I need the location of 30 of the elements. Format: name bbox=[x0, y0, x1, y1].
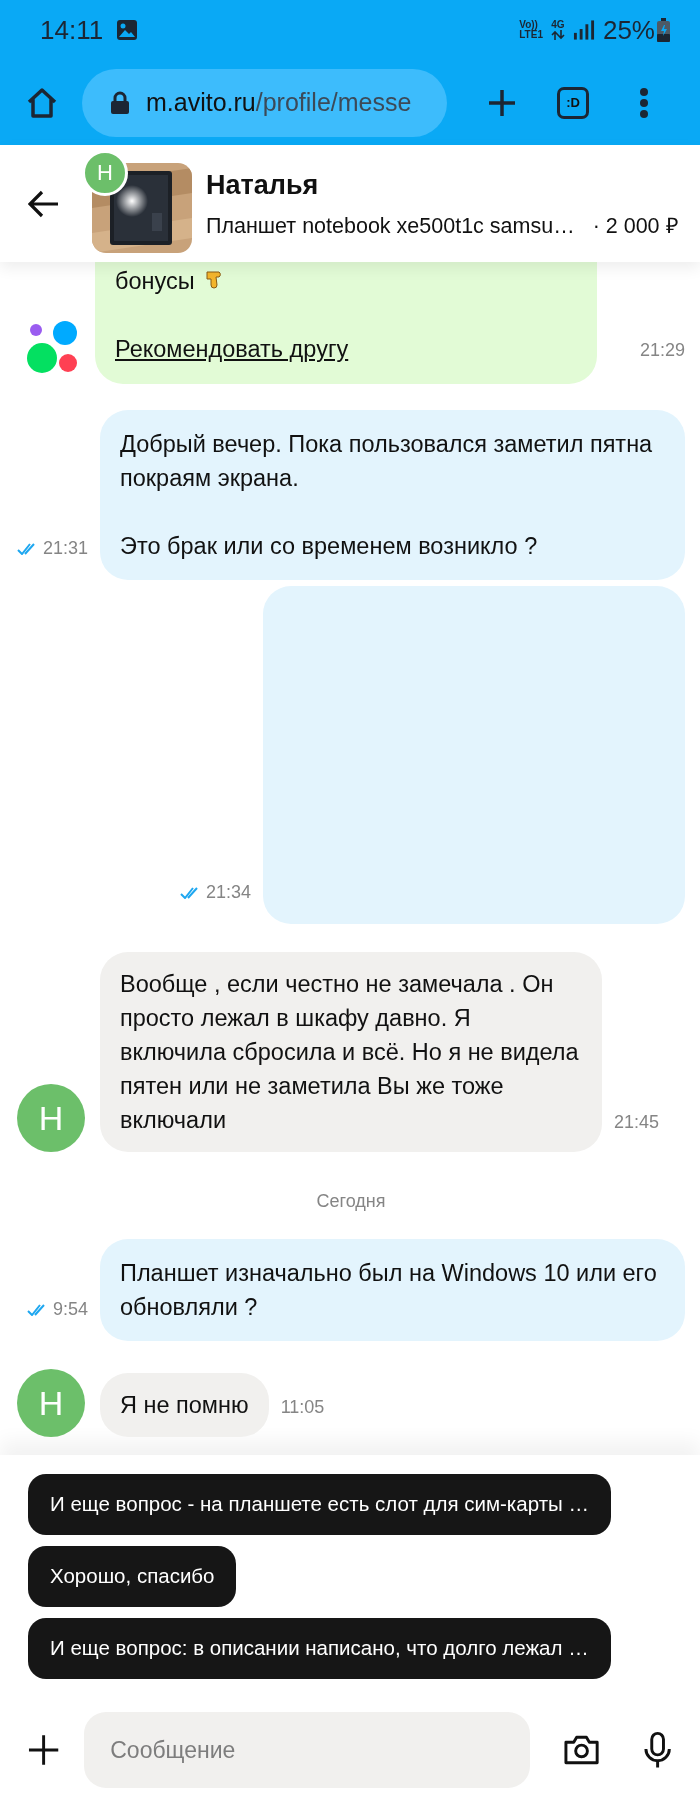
message-bubble: Вообще , если честно не замечала . Он просто лежал в шкафу давно. Я включила сбросила и всё. Но я не видела пятен или не заметила Вы же тоже включали bbox=[100, 952, 602, 1152]
clock-time: 14:11 bbox=[40, 13, 104, 47]
message-time: 11:05 bbox=[280, 1396, 325, 1419]
date-separator: Сегодня bbox=[316, 1190, 386, 1213]
volte-label: Vo)) bbox=[519, 20, 539, 30]
message-bubble: Планшет изначально был на Windows 10 или его обновляли ? bbox=[100, 1239, 685, 1341]
battery-percent: 25% bbox=[602, 13, 655, 47]
message-time: 9:54 bbox=[52, 1298, 88, 1321]
lte-label: LTE1 bbox=[519, 30, 543, 40]
url-text: m.avito.ru/profile/messe bbox=[146, 86, 412, 118]
message-input[interactable]: Сообщение bbox=[84, 1712, 530, 1788]
tab-switcher-button[interactable]: :D bbox=[557, 86, 589, 119]
message-bubble: Я не помню bbox=[100, 1373, 269, 1437]
message-time: 21:34 bbox=[205, 881, 251, 904]
recommend-link[interactable]: Рекомендовать другу bbox=[115, 336, 349, 362]
quick-reply-chip[interactable]: И еще вопрос - на планшете есть слот для сим-карты … bbox=[28, 1474, 611, 1535]
message-text: бонусы bbox=[115, 267, 195, 296]
quick-reply-chip[interactable]: И еще вопрос: в описании написано, что долго лежал … bbox=[28, 1618, 611, 1679]
address-bar[interactable]: m.avito.ru/profile/messe bbox=[82, 68, 447, 137]
quick-reply-chip[interactable]: Хорошо, спасибо bbox=[28, 1546, 237, 1607]
listing-title[interactable]: Планшет notebook xe500t1c samsu… bbox=[206, 209, 575, 242]
listing-price: · 2 000 ₽ bbox=[592, 212, 679, 240]
contact-name: Наталья bbox=[206, 169, 320, 203]
network-label: 4G bbox=[551, 20, 565, 30]
message-time: 21:29 bbox=[639, 339, 685, 362]
contact-avatar: Н bbox=[17, 1084, 85, 1152]
message-time: 21:45 bbox=[614, 1111, 660, 1134]
contact-avatar: Н bbox=[17, 1369, 85, 1437]
message-bubble: Добрый вечер. Пока пользовался заметил пятна покраям экрана. Это брак или со временем возникло ? bbox=[100, 410, 685, 580]
message-time: 21:31 bbox=[43, 537, 89, 560]
